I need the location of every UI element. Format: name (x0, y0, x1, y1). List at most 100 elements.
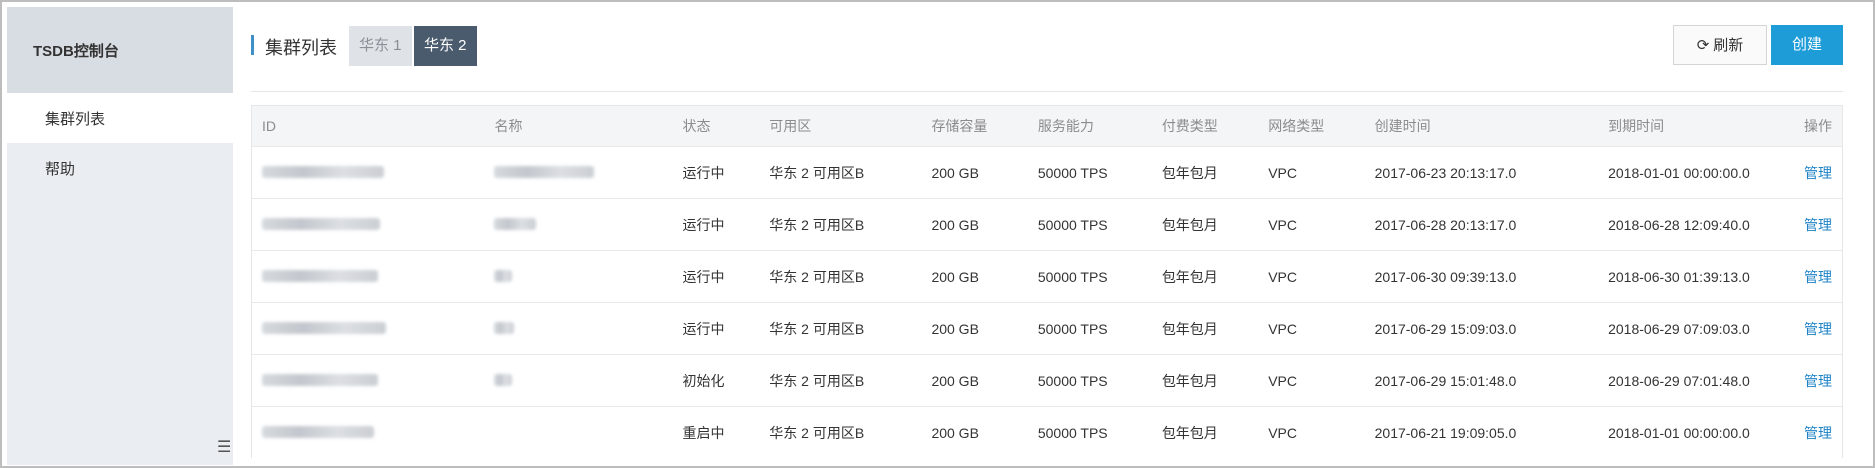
cell-capacity: 50000 TPS (1027, 198, 1152, 251)
main-content: 集群列表 华东 1 华东 2 ⟳ 刷新 创建 ID 名称 状态 可用区 存储容量 … (251, 7, 1843, 465)
cell-zone: 华东 2 可用区B (759, 406, 922, 458)
cell-capacity: 50000 TPS (1027, 354, 1152, 407)
column-header-name: 名称 (484, 106, 673, 147)
redacted-id (262, 269, 378, 282)
menu-lines-icon[interactable]: ☰ (217, 439, 231, 457)
cell-expires: 2018-01-01 00:00:00.0 (1598, 406, 1785, 458)
redacted-id (262, 217, 380, 230)
cell-capacity: 50000 TPS (1027, 146, 1152, 199)
cell-billing: 包年包月 (1151, 406, 1259, 458)
cell-storage: 200 GB (921, 250, 1028, 303)
refresh-icon: ⟳ (1696, 37, 1710, 54)
redacted-name (494, 269, 513, 282)
tab-region-east-1[interactable]: 华东 1 (349, 26, 412, 66)
sidebar: TSDB控制台 集群列表 帮助 ☰ (7, 7, 233, 465)
manage-link[interactable]: 管理 (1804, 217, 1832, 233)
cell-capacity: 50000 TPS (1027, 406, 1152, 458)
cell-id (252, 302, 485, 355)
table-header-row: ID 名称 状态 可用区 存储容量 服务能力 付费类型 网络类型 创建时间 到期… (252, 106, 1842, 147)
cell-action: 管理 (1784, 146, 1842, 199)
cell-id (252, 406, 485, 458)
page-header: 集群列表 华东 1 华东 2 ⟳ 刷新 创建 (251, 7, 1843, 92)
sidebar-item-cluster-list[interactable]: 集群列表 (7, 93, 233, 143)
cell-action: 管理 (1784, 198, 1842, 251)
cell-network: VPC (1258, 406, 1365, 458)
cell-created: 2017-06-23 20:13:17.0 (1364, 146, 1599, 199)
redacted-id (262, 425, 374, 438)
cell-id (252, 354, 485, 407)
cell-name (484, 354, 673, 407)
cell-created: 2017-06-21 19:09:05.0 (1364, 406, 1599, 458)
column-header-network: 网络类型 (1258, 106, 1365, 147)
cell-status: 运行中 (672, 198, 760, 251)
manage-link[interactable]: 管理 (1804, 373, 1832, 389)
column-header-zone: 可用区 (759, 106, 922, 147)
column-header-capacity: 服务能力 (1027, 106, 1152, 147)
column-header-expires: 到期时间 (1598, 106, 1785, 147)
cell-name (484, 146, 673, 199)
cell-storage: 200 GB (921, 406, 1028, 458)
table-row: 运行中 华东 2 可用区B 200 GB 50000 TPS 包年包月 VPC … (252, 302, 1842, 355)
cell-created: 2017-06-29 15:09:03.0 (1364, 302, 1599, 355)
cell-network: VPC (1258, 354, 1365, 407)
column-header-id: ID (252, 106, 485, 147)
cell-billing: 包年包月 (1151, 354, 1259, 407)
cell-status: 重启中 (672, 406, 760, 458)
column-header-action: 操作 (1784, 106, 1842, 147)
table-row: 运行中 华东 2 可用区B 200 GB 50000 TPS 包年包月 VPC … (252, 198, 1842, 251)
table-row: 运行中 华东 2 可用区B 200 GB 50000 TPS 包年包月 VPC … (252, 250, 1842, 303)
redacted-id (262, 373, 378, 386)
page-title: 集群列表 (265, 38, 337, 58)
redacted-name (494, 217, 537, 230)
cell-capacity: 50000 TPS (1027, 250, 1152, 303)
cell-created: 2017-06-29 15:01:48.0 (1364, 354, 1599, 407)
redacted-name (494, 321, 515, 334)
column-header-billing: 付费类型 (1151, 106, 1259, 147)
cell-capacity: 50000 TPS (1027, 302, 1152, 355)
cell-storage: 200 GB (921, 146, 1028, 199)
cell-status: 运行中 (672, 302, 760, 355)
cell-network: VPC (1258, 250, 1365, 303)
manage-link[interactable]: 管理 (1804, 165, 1832, 181)
cell-created: 2017-06-30 09:39:13.0 (1364, 250, 1599, 303)
cell-action: 管理 (1784, 406, 1842, 458)
cell-action: 管理 (1784, 354, 1842, 407)
cell-expires: 2018-06-29 07:09:03.0 (1598, 302, 1785, 355)
cell-billing: 包年包月 (1151, 198, 1259, 251)
cluster-table: ID 名称 状态 可用区 存储容量 服务能力 付费类型 网络类型 创建时间 到期… (251, 105, 1843, 458)
cell-network: VPC (1258, 302, 1365, 355)
cell-status: 初始化 (672, 354, 760, 407)
manage-link[interactable]: 管理 (1804, 321, 1832, 337)
cell-zone: 华东 2 可用区B (759, 354, 922, 407)
table-row: 初始化 华东 2 可用区B 200 GB 50000 TPS 包年包月 VPC … (252, 354, 1842, 407)
cell-action: 管理 (1784, 302, 1842, 355)
manage-link[interactable]: 管理 (1804, 269, 1832, 285)
column-header-status: 状态 (672, 106, 760, 147)
sidebar-item-help[interactable]: 帮助 (7, 143, 233, 193)
cell-expires: 2018-01-01 00:00:00.0 (1598, 146, 1785, 199)
cell-zone: 华东 2 可用区B (759, 146, 922, 199)
column-header-created: 创建时间 (1364, 106, 1599, 147)
column-header-storage: 存储容量 (921, 106, 1028, 147)
cell-name (484, 302, 673, 355)
cell-zone: 华东 2 可用区B (759, 250, 922, 303)
create-button[interactable]: 创建 (1771, 25, 1843, 65)
table-row: 重启中 华东 2 可用区B 200 GB 50000 TPS 包年包月 VPC … (252, 406, 1842, 458)
cell-action: 管理 (1784, 250, 1842, 303)
cell-id (252, 250, 485, 303)
cell-billing: 包年包月 (1151, 302, 1259, 355)
cell-name (484, 250, 673, 303)
manage-link[interactable]: 管理 (1804, 425, 1832, 441)
redacted-id (262, 321, 386, 334)
cell-name (484, 198, 673, 251)
tab-region-east-2[interactable]: 华东 2 (414, 26, 477, 66)
cell-zone: 华东 2 可用区B (759, 302, 922, 355)
table-row: 运行中 华东 2 可用区B 200 GB 50000 TPS 包年包月 VPC … (252, 146, 1842, 199)
redacted-id (262, 165, 384, 178)
cell-status: 运行中 (672, 146, 760, 199)
cell-storage: 200 GB (921, 198, 1028, 251)
cell-storage: 200 GB (921, 302, 1028, 355)
cell-storage: 200 GB (921, 354, 1028, 407)
refresh-button[interactable]: ⟳ 刷新 (1673, 25, 1767, 65)
cell-network: VPC (1258, 198, 1365, 251)
